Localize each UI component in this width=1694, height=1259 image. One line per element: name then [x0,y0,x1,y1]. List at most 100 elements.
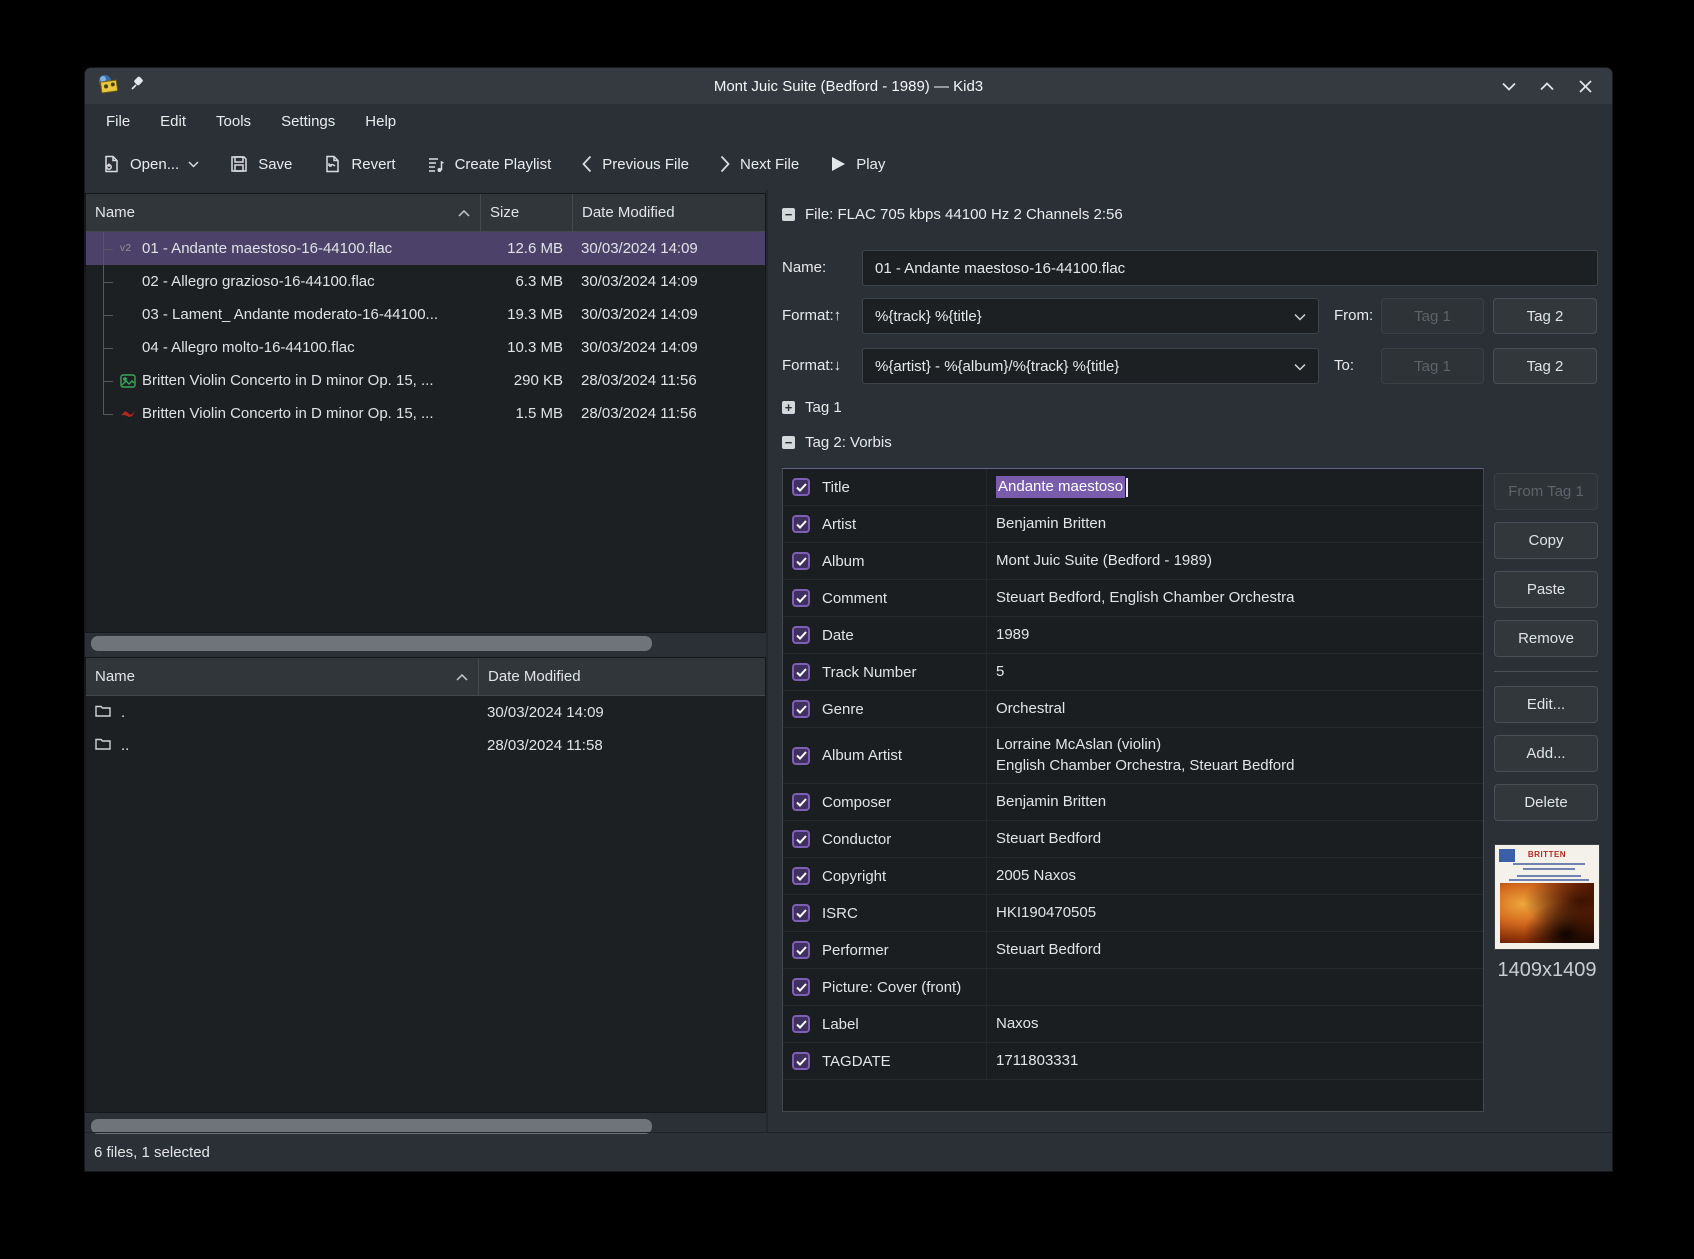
chevron-right-icon [719,155,731,173]
album-art-thumbnail[interactable]: BRITTEN [1494,844,1600,950]
checkbox-checked[interactable] [792,904,810,922]
checkbox-checked[interactable] [792,1015,810,1033]
image-file-icon [120,374,142,388]
checkbox-checked[interactable] [792,515,810,533]
previous-file-button[interactable]: Previous File [581,155,689,173]
dir-column-name[interactable]: Name [86,658,478,695]
filename-input[interactable]: 01 - Andante maestoso-16-44100.flac [862,250,1598,286]
tag-row-comment[interactable]: Comment Steuart Bedford, English Chamber… [783,580,1483,617]
minimize-icon[interactable] [1498,75,1520,97]
from-tag2-button[interactable]: Tag 2 [1493,298,1597,334]
format-down-combobox[interactable]: %{artist} - %{album}/%{track} %{title} [862,348,1319,384]
tag2-section-header: − Tag 2: Vorbis [782,434,892,451]
tag-row-genre[interactable]: Genre Orchestral [783,691,1483,728]
save-button[interactable]: Save [229,154,292,174]
close-icon[interactable] [1574,75,1596,97]
directory-list-header: Name Date Modified [86,658,765,696]
revert-button[interactable]: Revert [322,154,395,174]
tag-row-date[interactable]: Date 1989 [783,617,1483,654]
directory-row[interactable]: . 30/03/2024 14:09 [86,696,765,729]
format-up-combobox[interactable]: %{track} %{title} [862,298,1319,334]
file-row[interactable]: 04 - Allegro molto-16-44100.flac 10.3 MB… [86,331,765,364]
sort-ascending-icon [458,204,470,221]
revert-icon [322,154,342,174]
file-row[interactable]: 03 - Lament_ Andante moderato-16-44100..… [86,298,765,331]
maximize-icon[interactable] [1536,75,1558,97]
tag-row-album[interactable]: Album Mont Juic Suite (Bedford - 1989) [783,543,1483,580]
tag-row-copyright[interactable]: Copyright 2005 Naxos [783,858,1483,895]
pin-icon[interactable] [129,76,145,97]
checkbox-checked[interactable] [792,793,810,811]
tag-row-isrc[interactable]: ISRC HKI190470505 [783,895,1483,932]
file-row[interactable]: Britten Violin Concerto in D minor Op. 1… [86,397,765,430]
play-button[interactable]: Play [829,155,885,173]
delete-button[interactable]: Delete [1494,784,1598,821]
tree-branch [86,331,120,364]
from-tag-1-button[interactable]: From Tag 1 [1494,473,1598,510]
directory-row[interactable]: .. 28/03/2024 11:58 [86,729,765,762]
edit-button[interactable]: Edit... [1494,686,1598,723]
create-playlist-button[interactable]: Create Playlist [426,154,552,174]
tag-value-editing[interactable]: Andante maestoso [987,469,1483,505]
to-tag1-button[interactable]: Tag 1 [1381,348,1484,384]
directory-list: Name Date Modified . [85,657,766,1113]
add-button[interactable]: Add... [1494,735,1598,772]
file-row[interactable]: 02 - Allegro grazioso-16-44100.flac 6.3 … [86,265,765,298]
tree-branch [86,364,120,397]
to-tag2-button[interactable]: Tag 2 [1493,348,1597,384]
tag-row-composer[interactable]: Composer Benjamin Britten [783,784,1483,821]
tag-row-performer[interactable]: Performer Steuart Bedford [783,932,1483,969]
checkbox-checked[interactable] [792,978,810,996]
from-tag1-button[interactable]: Tag 1 [1381,298,1484,334]
checkbox-checked[interactable] [792,478,810,496]
file-row[interactable]: Britten Violin Concerto in D minor Op. 1… [86,364,765,397]
checkbox-checked[interactable] [792,830,810,848]
titlebar[interactable]: Mont Juic Suite (Bedford - 1989) — Kid3 [85,68,1612,104]
copy-button[interactable]: Copy [1494,522,1598,559]
checkbox-checked[interactable] [792,626,810,644]
dir-column-modified[interactable]: Date Modified [478,658,765,695]
file-column-modified[interactable]: Date Modified [572,194,765,231]
tag-row-picture[interactable]: Picture: Cover (front) [783,969,1483,1006]
tag-row-label[interactable]: Label Naxos [783,1006,1483,1043]
tag-row-track-number[interactable]: Track Number 5 [783,654,1483,691]
menu-file[interactable]: File [91,108,145,135]
checkbox-checked[interactable] [792,700,810,718]
folder-icon [95,737,111,754]
tag-row-artist[interactable]: Artist Benjamin Britten [783,506,1483,543]
tag2-frame-table: Title Andante maestoso Artist Benjamin B… [782,468,1484,1112]
next-file-button[interactable]: Next File [719,155,799,173]
checkbox-checked[interactable] [792,1052,810,1070]
pdf-file-icon [120,407,142,421]
checkbox-checked[interactable] [792,747,810,765]
tag-row-conductor[interactable]: Conductor Steuart Bedford [783,821,1483,858]
file-column-size[interactable]: Size [480,194,572,231]
expand-icon[interactable]: + [782,401,795,414]
menu-help[interactable]: Help [350,108,411,135]
name-label: Name: [782,259,826,276]
checkbox-checked[interactable] [792,663,810,681]
remove-button[interactable]: Remove [1494,620,1598,657]
paste-button[interactable]: Paste [1494,571,1598,608]
play-icon [829,155,847,173]
file-list-horizontal-scrollbar[interactable] [91,636,652,651]
collapse-icon[interactable]: − [782,436,795,449]
tag-row-album-artist[interactable]: Album Artist Lorraine McAslan (violin) E… [783,728,1483,784]
menu-tools[interactable]: Tools [201,108,266,135]
file-column-name[interactable]: Name [86,194,480,231]
collapse-icon[interactable]: − [782,208,795,221]
checkbox-checked[interactable] [792,867,810,885]
tag-panel: − File: FLAC 705 kbps 44100 Hz 2 Channel… [768,190,1612,1132]
window-title: Mont Juic Suite (Bedford - 1989) — Kid3 [85,78,1612,95]
checkbox-checked[interactable] [792,589,810,607]
tag-row-tagdate[interactable]: TAGDATE 1711803331 [783,1043,1483,1080]
checkbox-checked[interactable] [792,552,810,570]
tree-branch [86,265,120,298]
menu-edit[interactable]: Edit [145,108,201,135]
checkbox-checked[interactable] [792,941,810,959]
status-text: 6 files, 1 selected [94,1144,210,1161]
file-row[interactable]: v2 01 - Andante maestoso-16-44100.flac 1… [86,232,765,265]
tag-row-title[interactable]: Title Andante maestoso [783,469,1483,506]
open-button[interactable]: Open... [101,154,199,174]
menu-settings[interactable]: Settings [266,108,350,135]
